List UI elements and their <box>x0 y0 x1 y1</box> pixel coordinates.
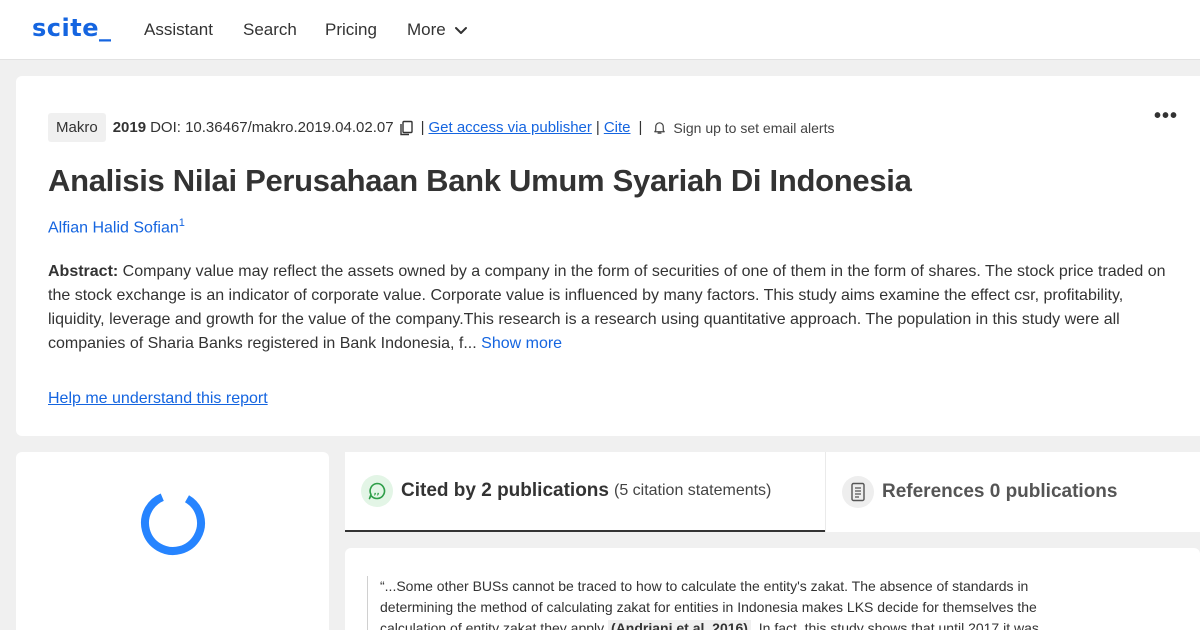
tab-references[interactable]: References 0 publications <box>825 452 1200 532</box>
publication-year: 2019 <box>112 119 147 136</box>
citation-statement-card: “...Some other BUSs cannot be traced to … <box>345 548 1200 630</box>
loading-spinner-icon <box>141 490 205 555</box>
top-navigation-bar: scite_ Assistant Search Pricing More <box>0 0 1200 60</box>
citation-bubble-icon: ,, <box>361 475 393 507</box>
citation-quote: “...Some other BUSs cannot be traced to … <box>367 576 1067 630</box>
nav-assistant[interactable]: Assistant <box>144 20 213 40</box>
cited-by-label: Cited by 2 publications <box>401 480 609 501</box>
abstract-label: Abstract: <box>48 263 119 280</box>
nav-search[interactable]: Search <box>243 20 297 40</box>
nav-pricing[interactable]: Pricing <box>325 20 377 40</box>
tab-cited-by[interactable]: ,, Cited by 2 publications (5 citation s… <box>345 452 825 532</box>
scite-logo[interactable]: scite_ <box>32 14 112 42</box>
separator: | <box>420 119 425 136</box>
paper-title: Analisis Nilai Perusahaan Bank Umum Syar… <box>48 163 912 198</box>
chevron-down-icon <box>454 27 467 34</box>
document-icon <box>842 476 874 508</box>
email-alerts-link[interactable]: Sign up to set email alerts <box>673 120 834 136</box>
smart-citations-panel <box>16 452 329 630</box>
author-affiliation-number: 1 <box>178 217 185 229</box>
separator: | <box>638 119 643 136</box>
citation-statements-count: (5 citation statements) <box>613 482 772 499</box>
author-name: Alfian Halid Sofian <box>48 219 179 237</box>
abstract: Abstract: Company value may reflect the … <box>48 260 1168 356</box>
help-understand-report-link[interactable]: Help me understand this report <box>48 390 268 408</box>
publisher-access-link[interactable]: Get access via publisher <box>428 119 591 136</box>
nav-more-label: More <box>407 20 446 39</box>
author-link[interactable]: Alfian Halid Sofian1 <box>48 217 185 237</box>
more-options-icon[interactable]: ••• <box>1154 105 1178 128</box>
abstract-text: Company value may reflect the assets own… <box>48 263 1166 352</box>
nav-more-dropdown[interactable]: More <box>407 20 468 40</box>
journal-badge[interactable]: Makro <box>48 113 106 142</box>
bell-icon[interactable] <box>652 120 667 135</box>
copy-icon[interactable] <box>398 120 414 136</box>
references-label: References 0 publications <box>882 481 1118 502</box>
paper-details-card: Makro 2019 DOI: 10.36467/makro.2019.04.0… <box>16 76 1200 436</box>
show-more-button[interactable]: Show more <box>481 335 562 352</box>
paper-meta-row: Makro 2019 DOI: 10.36467/makro.2019.04.0… <box>48 113 835 142</box>
cite-link[interactable]: Cite <box>604 119 631 136</box>
citation-reference[interactable]: (Andriani et al. 2016) <box>608 620 751 630</box>
separator: | <box>595 119 600 136</box>
doi-text: DOI: 10.36467/makro.2019.04.02.07 <box>150 119 394 136</box>
svg-text:,,: ,, <box>374 488 380 497</box>
citation-tabs: ,, Cited by 2 publications (5 citation s… <box>345 452 1200 532</box>
